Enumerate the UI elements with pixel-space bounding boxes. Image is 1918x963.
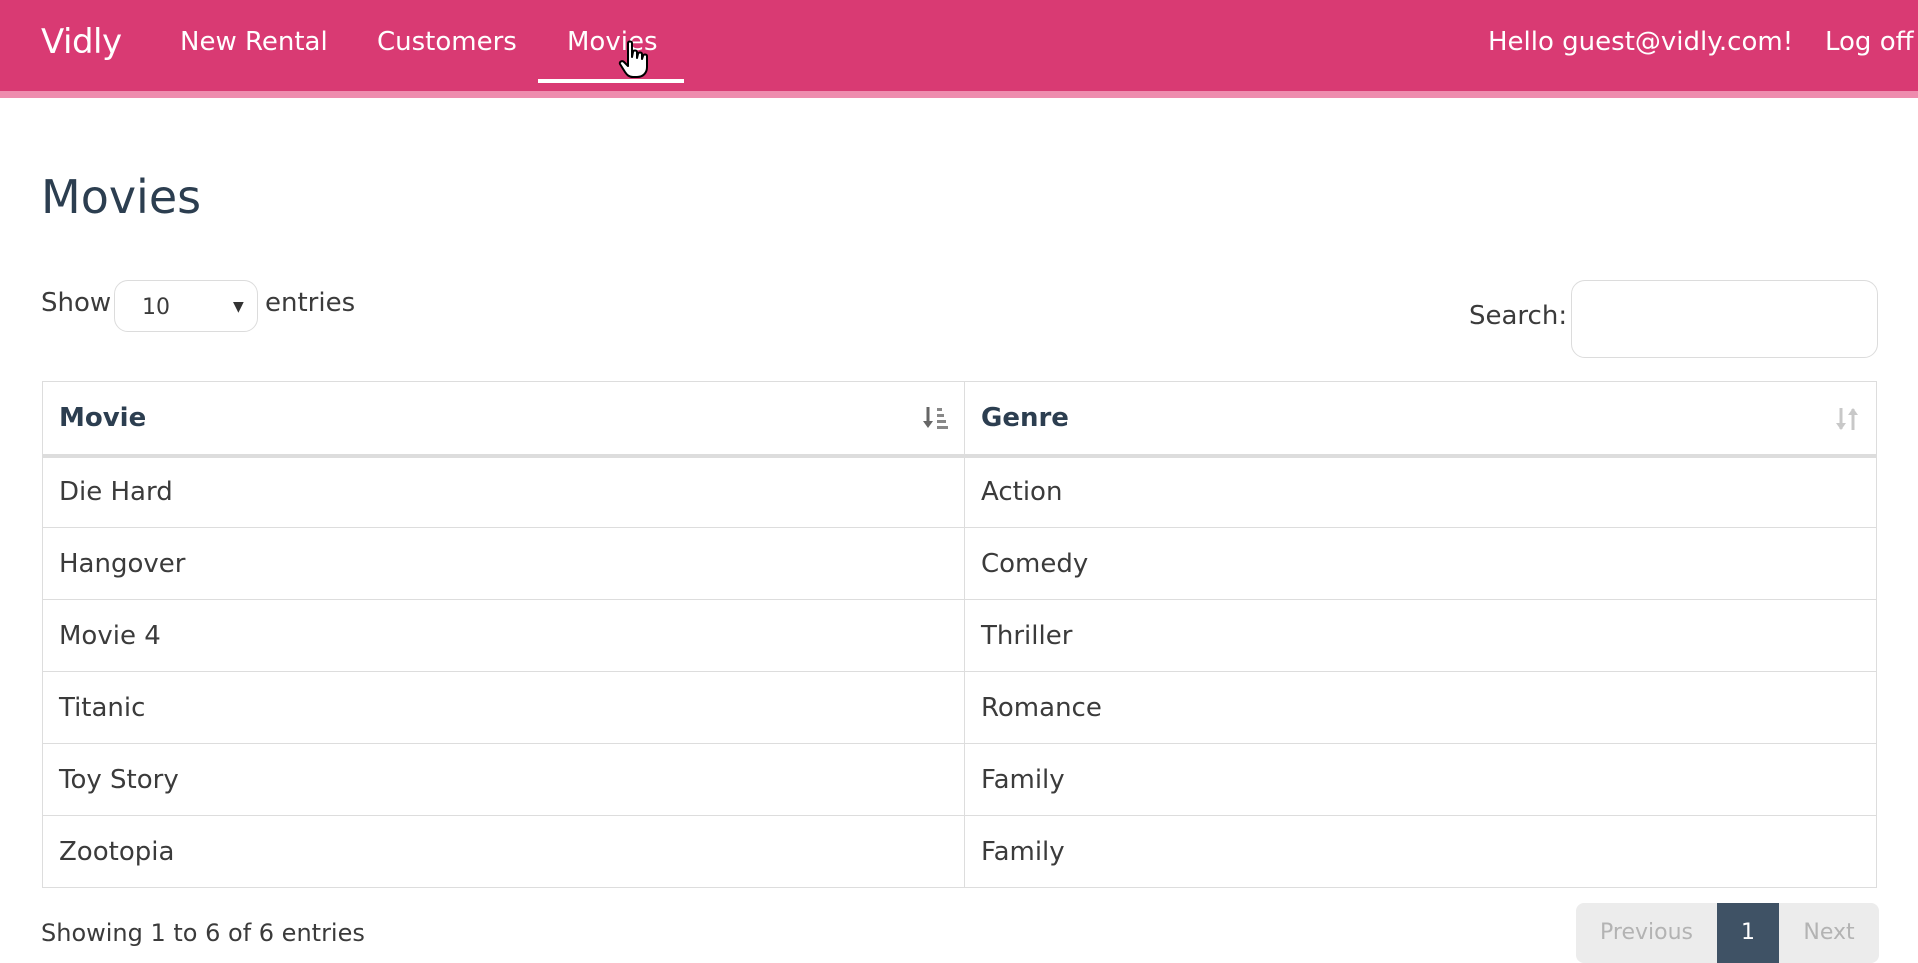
- nav-link-customers[interactable]: Customers: [377, 20, 517, 64]
- table-row: Toy Story Family: [42, 743, 1877, 816]
- page-title: Movies: [41, 170, 202, 224]
- search-input[interactable]: [1571, 280, 1878, 358]
- hand-cursor-icon: [618, 40, 648, 78]
- column-header-label: Genre: [981, 402, 1069, 433]
- navbar-bottom-stripe: [0, 91, 1918, 98]
- logoff-link[interactable]: Log off: [1825, 20, 1914, 64]
- movie-cell: Hangover: [42, 527, 965, 600]
- top-navbar: Vidly New Rental Customers Movies Hello …: [0, 0, 1918, 91]
- table-row: Hangover Comedy: [42, 527, 1877, 600]
- entries-length-value: 10: [142, 295, 170, 320]
- table-row: Titanic Romance: [42, 671, 1877, 744]
- genre-cell: Family: [964, 743, 1877, 816]
- previous-page-button[interactable]: Previous: [1576, 903, 1717, 963]
- movies-table: Movie Genre Die Hard Action Hangover Com…: [42, 381, 1877, 888]
- next-page-button[interactable]: Next: [1779, 903, 1879, 963]
- table-header-row: Movie Genre: [42, 381, 1877, 458]
- genre-cell: Family: [964, 815, 1877, 888]
- table-info-text: Showing 1 to 6 of 6 entries: [41, 919, 365, 947]
- search-label: Search:: [1469, 301, 1568, 331]
- genre-cell: Romance: [964, 671, 1877, 744]
- genre-cell: Action: [964, 455, 1877, 528]
- movie-cell: Zootopia: [42, 815, 965, 888]
- show-label: Show: [41, 288, 112, 318]
- column-header-movie[interactable]: Movie: [42, 381, 965, 458]
- movie-cell: Titanic: [42, 671, 965, 744]
- movie-cell: Movie 4: [42, 599, 965, 672]
- dropdown-arrow-icon: ▼: [233, 299, 244, 315]
- entries-length-select[interactable]: 10 ▼: [114, 280, 258, 332]
- column-header-genre[interactable]: Genre: [964, 381, 1877, 458]
- table-row: Movie 4 Thriller: [42, 599, 1877, 672]
- brand-logo[interactable]: Vidly: [41, 18, 122, 66]
- nav-link-new-rental[interactable]: New Rental: [180, 20, 328, 64]
- column-header-label: Movie: [59, 402, 147, 433]
- genre-cell: Thriller: [964, 599, 1877, 672]
- sort-both-icon: [1836, 408, 1858, 430]
- sort-alpha-asc-icon: [923, 407, 948, 429]
- entries-label: entries: [265, 288, 356, 318]
- movie-cell: Die Hard: [42, 455, 965, 528]
- table-row: Die Hard Action: [42, 455, 1877, 528]
- genre-cell: Comedy: [964, 527, 1877, 600]
- page-1-button[interactable]: 1: [1717, 903, 1779, 963]
- user-greeting[interactable]: Hello guest@vidly.com!: [1488, 20, 1793, 64]
- nav-active-indicator: [538, 79, 684, 83]
- table-row: Zootopia Family: [42, 815, 1877, 888]
- movie-cell: Toy Story: [42, 743, 965, 816]
